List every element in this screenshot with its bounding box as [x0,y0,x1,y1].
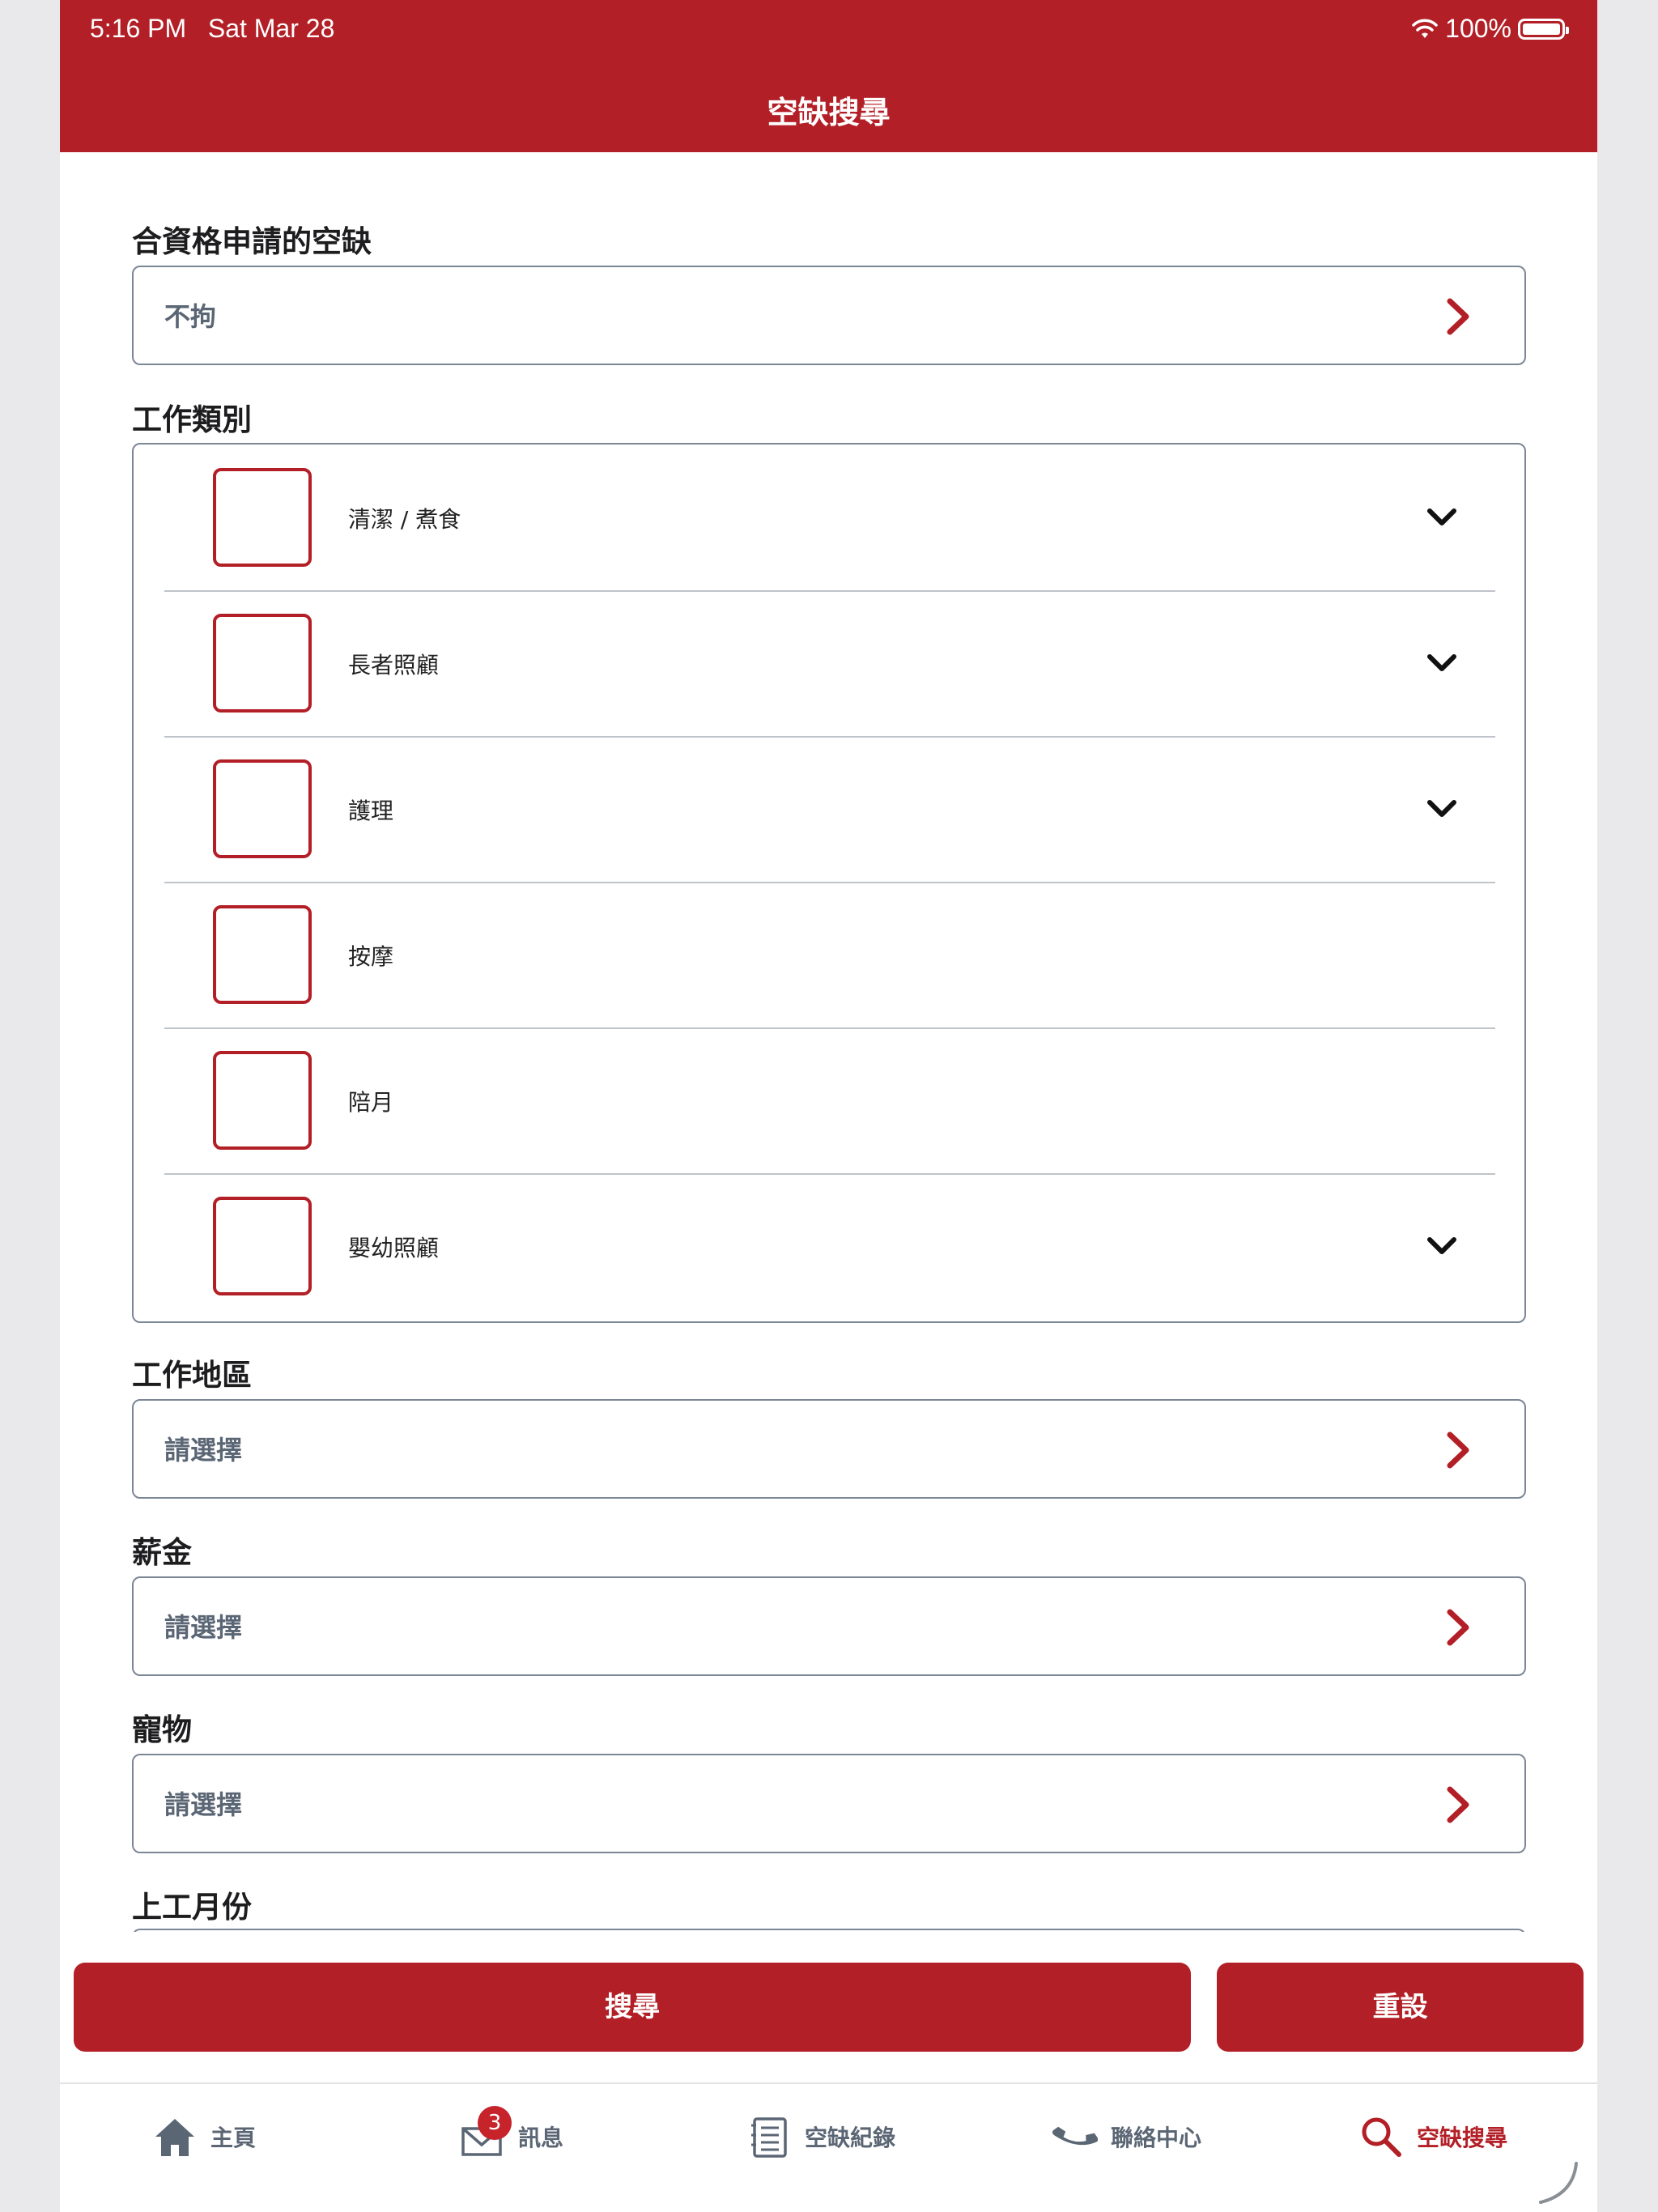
category-row[interactable]: 長者照顧 [164,590,1495,738]
home-icon [155,2119,194,2156]
notebook-icon [751,2117,787,2158]
chevron-right-icon [1447,1786,1469,1823]
status-date: Sat Mar 28 [207,14,335,43]
category-checkbox[interactable] [213,468,312,567]
phone-icon [1052,2126,1098,2146]
header: 5:16 PM Sat Mar 28 100% 空缺搜尋 [60,0,1597,152]
battery-icon [1518,18,1569,40]
area-select[interactable]: 請選擇 [132,1399,1526,1499]
category-label: 陪月 [348,1089,394,1116]
page-title: 空缺搜尋 [767,95,891,130]
category-label: 嬰幼照顧 [348,1235,440,1261]
category-label: 按摩 [348,943,394,970]
area-label: 工作地區 [132,1358,252,1393]
salary-label: 薪金 [132,1535,192,1570]
scroll-indicator-icon [1539,2162,1578,2204]
wifi-icon [1412,19,1438,38]
eligible-value: 不拘 [164,301,217,332]
tab-home[interactable]: 主頁 [152,2108,256,2165]
category-label: 長者照顧 [348,652,440,678]
category-checkbox[interactable] [213,1051,312,1150]
salary-value: 請選擇 [164,1612,243,1643]
category-row[interactable]: 嬰幼照顧 [164,1173,1495,1319]
chevron-right-icon [1447,298,1469,335]
category-label: 護理 [348,798,394,824]
category-checkbox[interactable] [213,614,312,713]
category-list: 清潔 / 煮食 長者照顧 護理 按摩 陪月 嬰幼照顧 [132,443,1526,1323]
tab-search[interactable]: 空缺搜尋 [1358,2108,1507,2165]
status-indicators: 100% [1411,14,1569,44]
chevron-right-icon [1447,1609,1469,1646]
category-checkbox[interactable] [213,905,312,1004]
pet-label: 寵物 [132,1712,192,1747]
eligible-label: 合資格申請的空缺 [132,224,372,259]
tab-bar: 主頁 3 訊息 空缺紀錄 聯絡中心 空缺搜尋 [60,2082,1597,2212]
eligible-select[interactable]: 不拘 [132,266,1526,365]
start-month-label: 上工月份 [132,1890,252,1925]
reset-button[interactable]: 重設 [1217,1963,1584,2052]
tab-records-label: 空缺紀錄 [805,2125,896,2151]
pet-value: 請選擇 [164,1789,243,1820]
category-row[interactable]: 清潔 / 煮食 [164,445,1495,592]
category-row[interactable]: 陪月 [164,1027,1495,1175]
tab-search-label: 空缺搜尋 [1417,2125,1508,2151]
tab-messages-label: 訊息 [518,2125,564,2151]
tab-home-label: 主頁 [210,2125,257,2151]
battery-percent: 100% [1445,14,1511,43]
messages-badge: 3 [478,2106,512,2140]
search-button[interactable]: 搜尋 [74,1963,1191,2052]
tab-records[interactable]: 空缺紀錄 [746,2108,895,2165]
search-icon [1362,2117,1401,2157]
pet-select[interactable]: 請選擇 [132,1754,1526,1853]
category-checkbox[interactable] [213,1197,312,1295]
category-row[interactable]: 按摩 [164,882,1495,1029]
tab-messages[interactable]: 3 訊息 [460,2106,564,2165]
area-value: 請選擇 [164,1435,243,1465]
mail-icon: 3 [460,2106,512,2159]
chevron-down-icon[interactable] [1426,652,1458,674]
chevron-down-icon[interactable] [1426,506,1458,529]
scroll-clip [60,1932,1597,1964]
category-label: 清潔 / 煮食 [348,506,461,533]
categories-label: 工作類別 [132,402,252,437]
status-clock: 5:16 PM [90,14,187,43]
category-checkbox[interactable] [213,759,312,858]
tab-contact[interactable]: 聯絡中心 [1052,2108,1201,2165]
status-time: 5:16 PM Sat Mar 28 [90,14,334,44]
app-screen: 5:16 PM Sat Mar 28 100% 空缺搜尋 合資格申請的空缺 不拘… [60,0,1597,2212]
chevron-down-icon[interactable] [1426,1235,1458,1257]
category-row[interactable]: 護理 [164,736,1495,883]
chevron-right-icon [1447,1431,1469,1469]
salary-select[interactable]: 請選擇 [132,1576,1526,1676]
chevron-down-icon[interactable] [1426,798,1458,820]
tab-contact-label: 聯絡中心 [1111,2125,1202,2151]
